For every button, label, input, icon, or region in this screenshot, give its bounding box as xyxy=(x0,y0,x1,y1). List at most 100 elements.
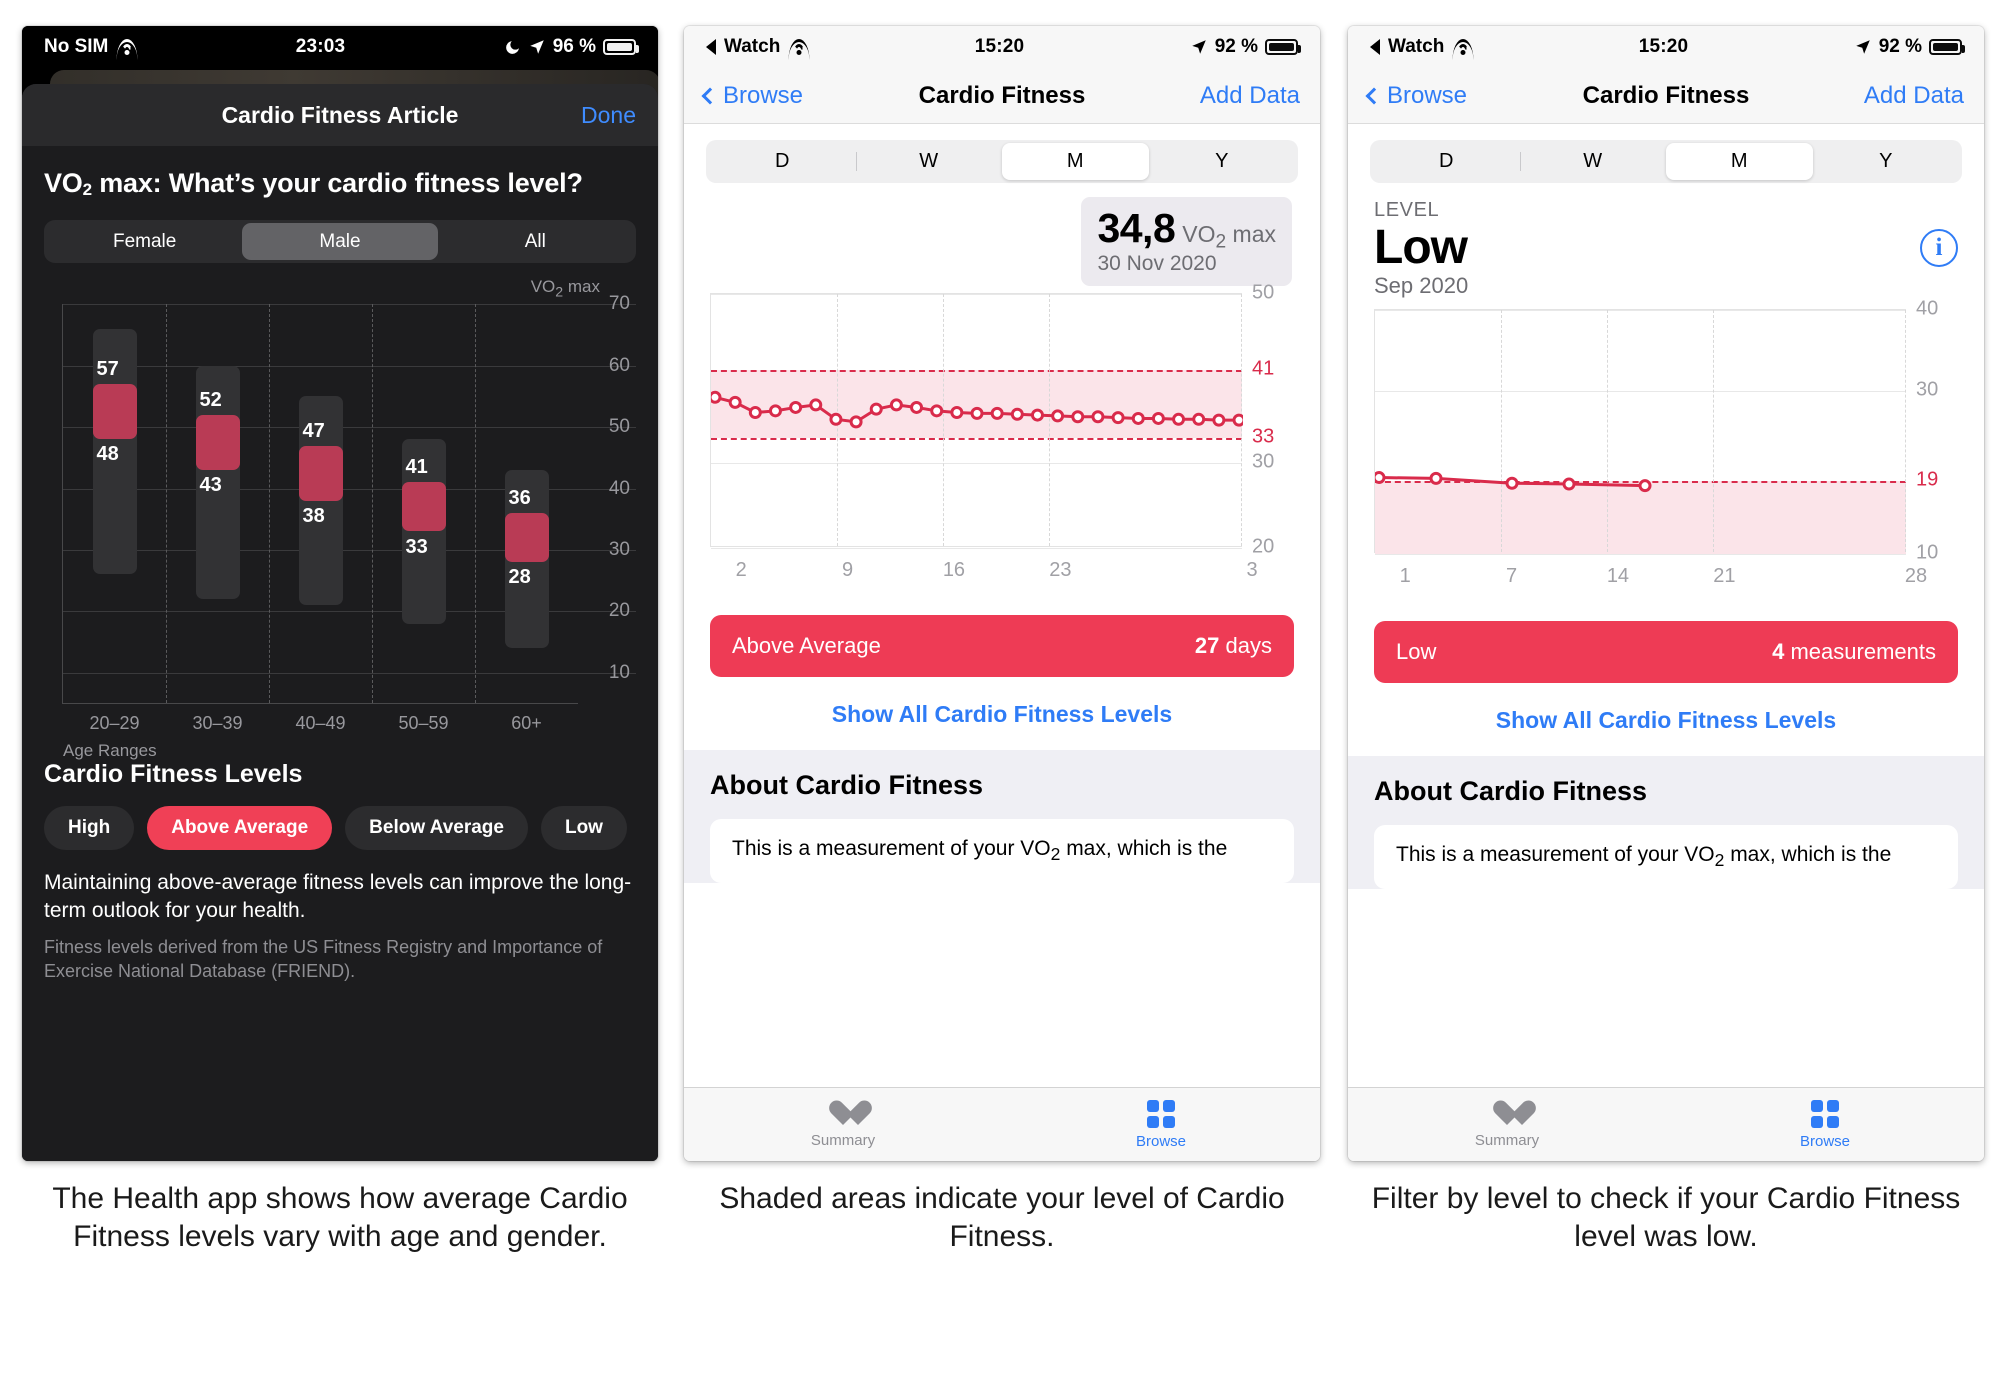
tab-summary[interactable]: Summary xyxy=(1348,1088,1666,1161)
range-segmented-control-2[interactable]: D W M Y xyxy=(706,140,1298,183)
y-axis-tick: 70 xyxy=(608,293,630,315)
phone-panel-2: Watch 15:20 92 % Browse Cardio Fitness A… xyxy=(684,26,1320,1161)
chart-plot-area xyxy=(710,293,1243,549)
back-button-label: Browse xyxy=(1387,81,1468,109)
chart-gridline xyxy=(1375,553,1906,555)
age-range-chart: 70 60 50 40 30 20 10 57 48 20–29 52 43 30–39 47 38 40–4… xyxy=(44,293,636,760)
show-all-levels-link[interactable]: Show All Cardio Fitness Levels xyxy=(1348,707,1984,734)
carrier-label: No SIM xyxy=(44,36,109,57)
chip-high[interactable]: High xyxy=(44,806,135,851)
caption-2: Shaded areas indicate your level of Card… xyxy=(719,1182,1285,1253)
x-axis-tick: 30–39 xyxy=(192,713,243,734)
segment-year[interactable]: Y xyxy=(1813,143,1960,180)
segment-day[interactable]: D xyxy=(709,143,856,180)
x-axis-title: Age Ranges xyxy=(63,741,157,761)
x-axis-tick: 9 xyxy=(841,559,854,581)
wifi-icon xyxy=(1452,39,1474,55)
segment-month[interactable]: M xyxy=(1666,143,1813,180)
segment-week[interactable]: W xyxy=(855,143,1003,180)
bar-value-top: 52 xyxy=(199,388,222,411)
tab-bar-2[interactable]: Summary Browse xyxy=(684,1087,1320,1161)
segment-all[interactable]: All xyxy=(438,223,633,260)
level-summary-bar-3[interactable]: Low 4 measurements xyxy=(1374,620,1958,683)
y-axis-tick: 30 xyxy=(1252,450,1275,473)
show-all-levels-link[interactable]: Show All Cardio Fitness Levels xyxy=(684,701,1320,728)
add-data-button[interactable]: Add Data xyxy=(1200,82,1300,110)
grid-squares-icon xyxy=(1811,1099,1839,1128)
x-axis-tick: 23 xyxy=(1049,559,1072,581)
tab-summary[interactable]: Summary xyxy=(684,1088,1002,1161)
x-axis-tick: 1 xyxy=(1399,564,1411,587)
above-average-bar xyxy=(92,384,137,440)
tab-browse[interactable]: Browse xyxy=(1666,1088,1984,1161)
chart-gridline-vertical xyxy=(269,304,270,704)
back-triangle-icon[interactable] xyxy=(706,39,716,55)
done-button[interactable]: Done xyxy=(581,102,636,129)
low-level-chart[interactable]: 40 30 19 10 1 7 14 21 28 xyxy=(1374,297,1958,599)
navbar-2: Browse Cardio Fitness Add Data xyxy=(684,68,1320,124)
y-axis-threshold-tick: 19 xyxy=(1916,468,1939,491)
segment-month[interactable]: M xyxy=(1002,143,1149,180)
x-axis-tick: 60+ xyxy=(511,713,542,734)
x-axis-tick: 7 xyxy=(1505,564,1518,587)
y-axis-tick: 40 xyxy=(1916,297,1939,320)
chip-above-average[interactable]: Above Average xyxy=(147,806,333,851)
level-value: Low xyxy=(1374,221,1468,274)
about-section-3: About Cardio Fitness This is a measureme… xyxy=(1348,755,1984,890)
level-label: Above Average xyxy=(732,633,881,658)
level-summary-bar-2[interactable]: Above Average 27 days xyxy=(710,615,1294,677)
y-axis-tick: 20 xyxy=(1252,535,1275,558)
source-app-label[interactable]: Watch xyxy=(724,36,780,58)
level-period: Sep 2020 xyxy=(1374,272,1469,298)
chart-plot-area xyxy=(1374,308,1906,555)
back-triangle-icon[interactable] xyxy=(1370,39,1380,55)
level-chip-row[interactable]: High Above Average Below Average Low xyxy=(44,806,636,851)
segment-day[interactable]: D xyxy=(1373,143,1520,180)
y-axis-tick: 30 xyxy=(1916,378,1939,401)
chart-gridline-vertical xyxy=(475,304,476,704)
x-axis-tick: 20–29 xyxy=(89,713,140,734)
chip-low[interactable]: Low xyxy=(540,806,627,851)
bar-value-bottom: 33 xyxy=(405,535,428,558)
bar-value-top: 47 xyxy=(302,419,325,442)
y-axis-tick: 10 xyxy=(608,661,630,683)
article-navbar: Cardio Fitness Article Done xyxy=(22,84,658,146)
monthly-vo2max-chart[interactable]: 50 41 33 30 20 2 9 16 23 3 xyxy=(710,282,1294,593)
range-segmented-control-3[interactable]: D W M Y xyxy=(1370,140,1962,183)
chart-gridline xyxy=(63,611,636,613)
chart-gridline-vertical xyxy=(166,304,167,704)
gender-segmented-control[interactable]: Female Male All xyxy=(44,220,636,263)
tab-bar-3[interactable]: Summary Browse xyxy=(1348,1087,1984,1161)
chip-below-average[interactable]: Below Average xyxy=(345,806,528,851)
segment-year[interactable]: Y xyxy=(1149,143,1296,180)
status-bar-1: No SIM 23:03 96 % xyxy=(22,26,658,68)
back-button[interactable]: Browse xyxy=(701,82,803,110)
tab-browse[interactable]: Browse xyxy=(1002,1088,1320,1161)
current-value-card: 34,8 VO2 max 30 Nov 2020 xyxy=(1081,197,1292,286)
location-arrow-icon xyxy=(529,40,544,54)
back-button[interactable]: Browse xyxy=(1365,81,1468,110)
segment-female[interactable]: Female xyxy=(47,223,242,260)
segment-male[interactable]: Male xyxy=(242,223,438,260)
value-date: 30 Nov 2020 xyxy=(1097,251,1217,275)
chart-gridline-vertical xyxy=(372,304,373,704)
about-section-2: About Cardio Fitness This is a measureme… xyxy=(684,750,1320,884)
info-circle-icon[interactable]: i xyxy=(1920,229,1958,267)
x-axis-tick: 3 xyxy=(1246,559,1258,581)
source-app-label[interactable]: Watch xyxy=(1388,36,1444,58)
above-average-bar xyxy=(298,445,343,501)
chart-gridline xyxy=(63,672,636,674)
segment-week[interactable]: W xyxy=(1519,143,1667,180)
y-axis-tick: 60 xyxy=(608,354,630,376)
x-axis-tick: 50–59 xyxy=(398,713,449,734)
location-arrow-icon xyxy=(1191,40,1206,54)
article-heading: VO2 max: What’s your cardio fitness leve… xyxy=(44,168,583,199)
battery-percent-label: 92 % xyxy=(1214,36,1258,57)
add-data-button[interactable]: Add Data xyxy=(1864,82,1964,110)
above-average-bar xyxy=(504,513,549,563)
bar-value-top: 36 xyxy=(508,487,531,510)
y-axis-tick: 50 xyxy=(608,416,630,438)
moon-icon xyxy=(505,40,519,54)
bar-value-top: 57 xyxy=(96,358,119,381)
chart-gridline xyxy=(63,488,636,490)
